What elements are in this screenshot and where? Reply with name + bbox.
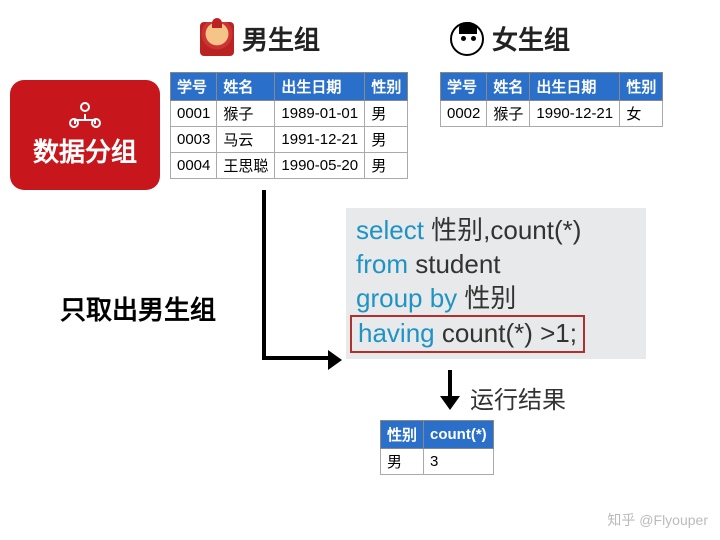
- arrow-right-head-icon: [328, 350, 342, 370]
- col-gender: 性别: [620, 73, 663, 101]
- col-birth: 出生日期: [275, 73, 365, 101]
- table-row: 0001猴子1989-01-01男: [171, 101, 408, 127]
- col-name: 姓名: [487, 73, 530, 101]
- table-row: 男3: [381, 449, 494, 475]
- sub-heading: 只取出男生组: [60, 290, 216, 327]
- table-row: 0003马云1991-12-21男: [171, 127, 408, 153]
- col-name: 姓名: [217, 73, 275, 101]
- arrow-down-head-icon: [440, 396, 460, 410]
- table-row: 0004王思聪1990-05-20男: [171, 153, 408, 179]
- result-label: 运行结果: [470, 380, 566, 415]
- table-row: 0002猴子1990-12-21女: [441, 101, 663, 127]
- female-heading-text: 女生组: [492, 20, 570, 57]
- male-heading-text: 男生组: [242, 20, 320, 57]
- col-gender: 性别: [365, 73, 408, 101]
- girl-avatar-icon: [450, 22, 484, 56]
- sql-line: group by 性别: [356, 282, 636, 316]
- data-grouping-box: 数据分组: [10, 80, 160, 190]
- tree-icon: [69, 102, 101, 128]
- rescol-count: count(*): [424, 421, 494, 449]
- female-table: 学号 姓名 出生日期 性别 0002猴子1990-12-21女: [440, 72, 663, 127]
- sql-line: from student: [356, 248, 636, 282]
- male-group-heading: 男生组: [200, 20, 320, 57]
- monkey-avatar-icon: [200, 22, 234, 56]
- col-id: 学号: [441, 73, 487, 101]
- male-table: 学号 姓名 出生日期 性别 0001猴子1989-01-01男 0003马云19…: [170, 72, 408, 179]
- col-birth: 出生日期: [530, 73, 620, 101]
- sql-line: select 性别,count(*): [356, 214, 636, 248]
- col-id: 学号: [171, 73, 217, 101]
- result-table: 性别 count(*) 男3: [380, 420, 494, 475]
- sql-having-line: having count(*) >1;: [350, 315, 585, 353]
- arrow-path: [262, 190, 332, 360]
- sql-block: select 性别,count(*) from student group by…: [346, 208, 646, 359]
- female-group-heading: 女生组: [450, 20, 570, 57]
- red-box-label: 数据分组: [33, 132, 137, 169]
- rescol-gender: 性别: [381, 421, 424, 449]
- watermark: 知乎 @Flyouper: [607, 510, 708, 530]
